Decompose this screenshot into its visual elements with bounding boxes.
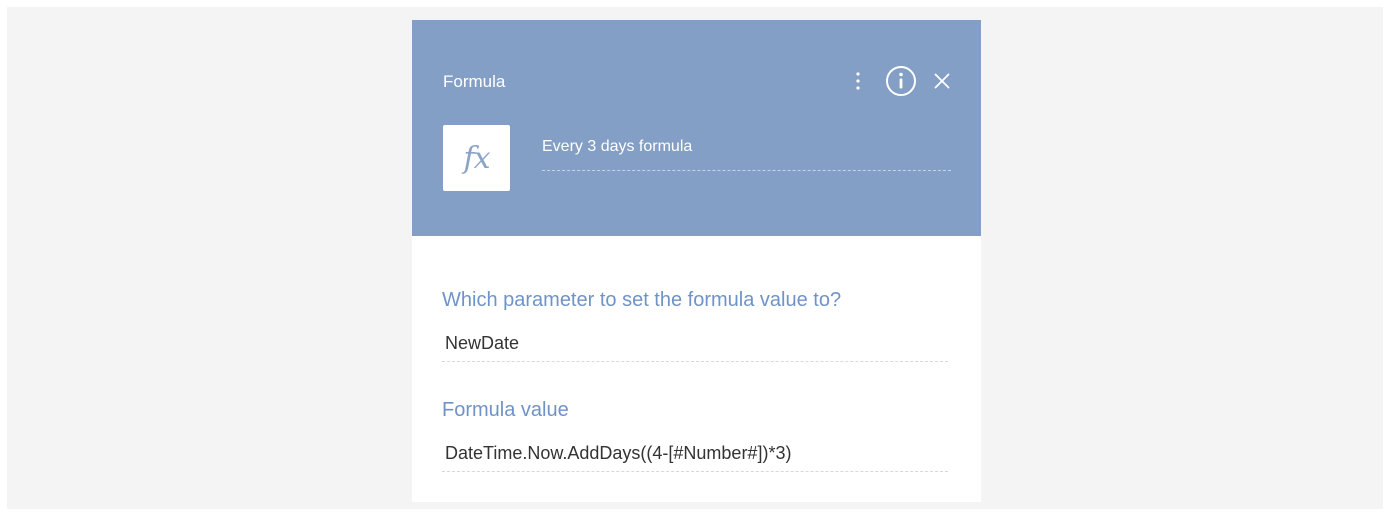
formula-settings-panel: Formula fx Every 3 days formula Which pa… <box>412 20 981 502</box>
info-button[interactable] <box>884 64 918 98</box>
formula-value-text: DateTime.Now.AddDays((4-[#Number#])*3) <box>445 443 792 463</box>
fx-icon: fx <box>443 125 510 191</box>
parameter-field-value: NewDate <box>445 333 520 353</box>
element-name-value: Every 3 days formula <box>542 138 693 155</box>
panel-header: Formula fx Every 3 days formula <box>412 20 981 236</box>
header-toolbar <box>853 64 951 98</box>
parameter-field[interactable]: NewDate <box>442 331 948 362</box>
parameter-field-label: Which parameter to set the formula value… <box>442 289 842 311</box>
panel-title: Formula <box>443 72 506 91</box>
formula-value-label: Formula value <box>442 399 569 421</box>
close-icon <box>934 73 950 89</box>
element-name-field[interactable]: Every 3 days formula <box>542 134 951 171</box>
more-vertical-icon <box>856 72 860 90</box>
info-icon <box>886 66 916 96</box>
more-options-button[interactable] <box>853 64 863 98</box>
formula-value-field[interactable]: DateTime.Now.AddDays((4-[#Number#])*3) <box>442 441 948 472</box>
fx-glyph: fx <box>463 140 490 176</box>
close-button[interactable] <box>933 64 951 98</box>
